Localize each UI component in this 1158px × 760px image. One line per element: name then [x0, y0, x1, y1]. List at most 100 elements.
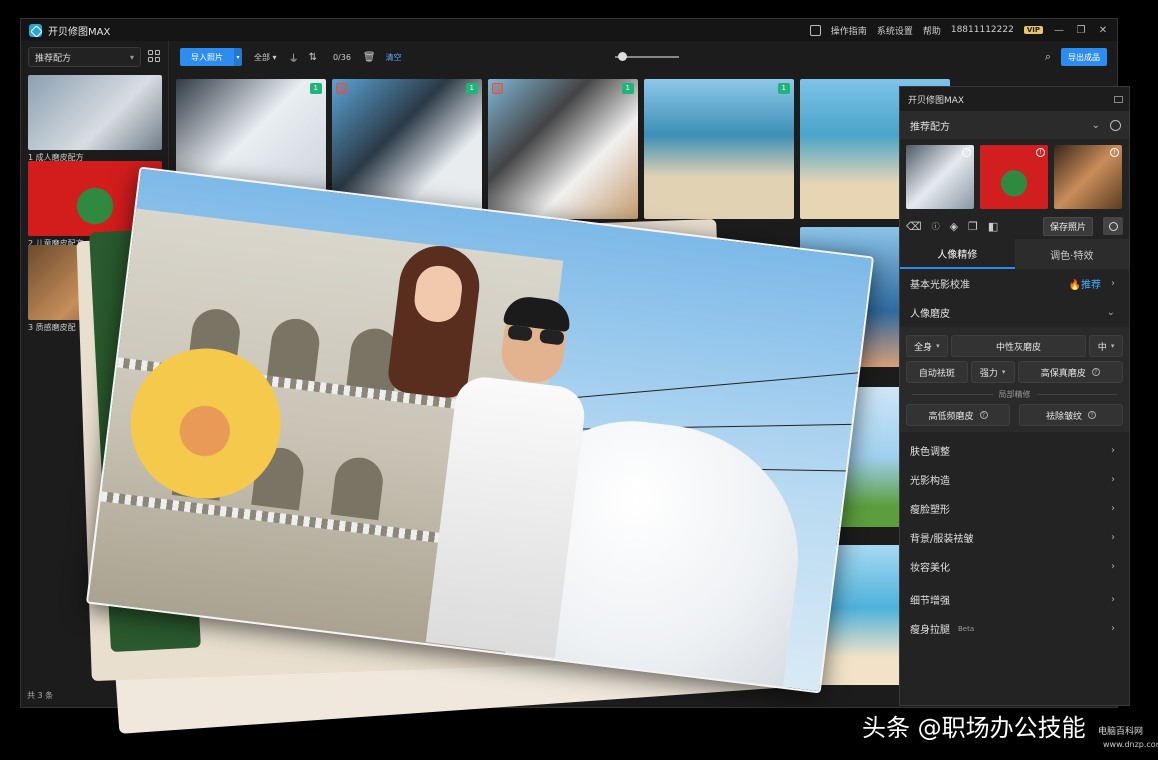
panel-title-bar: 开贝修图MAX [900, 87, 1129, 111]
preset-dropdown-value: 推荐配方 [35, 53, 72, 64]
section-light-shadow[interactable]: 光影构造 › [900, 465, 1129, 494]
help-icon: ? [979, 411, 988, 419]
filter-dropdown[interactable]: 全部 ▾ [254, 52, 277, 63]
remove-wrinkle-button[interactable]: 祛除皱纹? [1019, 404, 1123, 426]
vip-badge: VIP [1023, 26, 1043, 34]
section-face-shape[interactable]: 瘦脸塑形 › [900, 494, 1129, 523]
preset-card-adult[interactable]: 1 成人磨皮配方 [28, 75, 162, 163]
chevron-down-icon: ⌄ [1106, 307, 1115, 318]
smooth-mode-button[interactable]: 中性灰磨皮 [950, 335, 1087, 357]
preset-thumb[interactable]: ! [1054, 145, 1122, 209]
title-bar: 开贝修图MAX 操作指南 系统设置 帮助 18811112222 VIP — ❐… [21, 19, 1117, 41]
panel-tabs: 人像精修 调色·特效 [900, 239, 1129, 269]
edit-count-badge: 1 [465, 83, 478, 94]
import-dropdown-icon[interactable]: ▾ [234, 48, 242, 66]
panel-preset-value: 推荐配方 [910, 121, 950, 133]
chevron-right-icon: › [1111, 561, 1115, 572]
minimize-button[interactable]: — [1053, 25, 1065, 36]
section-body-slim[interactable]: 瘦身拉腿 Beta › [900, 614, 1129, 643]
chevron-right-icon: › [1111, 623, 1115, 634]
settings-icon[interactable] [1103, 217, 1123, 235]
sort-icon[interactable]: ⇅ [309, 52, 317, 63]
hifi-smooth-button[interactable]: 高保真磨皮? [1017, 361, 1123, 383]
help-icon[interactable]: ⓘ [932, 221, 940, 232]
auto-spot-button[interactable]: 自动祛斑 [906, 361, 968, 383]
strength-select[interactable]: 强力 ▾ [970, 361, 1015, 383]
search-icon[interactable]: ⌕ [1045, 50, 1051, 64]
eraser-icon[interactable]: ⌫ [906, 220, 922, 233]
compare-icon[interactable]: ◧ [988, 220, 998, 233]
section-skin-tone[interactable]: 肤色调整 › [900, 436, 1129, 465]
funnel-icon[interactable]: ⏚ [289, 50, 299, 65]
info-icon[interactable]: ! [1036, 148, 1045, 157]
guide-icon[interactable] [809, 24, 821, 36]
clear-link[interactable]: 清空 [386, 52, 402, 63]
menu-help[interactable]: 帮助 [923, 24, 941, 37]
recommend-badge: 🔥推荐 [1068, 280, 1101, 291]
flag-icon [492, 83, 503, 94]
import-button[interactable]: 导入照片 [180, 48, 234, 66]
close-button[interactable]: ✕ [1097, 25, 1109, 36]
level-select[interactable]: 中 ▾ [1089, 335, 1123, 357]
preset-thumbnail [28, 75, 162, 150]
panel-title: 开贝修图MAX [908, 95, 965, 106]
watermark-site: 电脑百科网 [1098, 727, 1144, 737]
panel-preset-dropdown[interactable]: 推荐配方 ⌄ [900, 111, 1129, 139]
gallery-thumb[interactable]: 1 [488, 79, 638, 219]
section-portrait-smooth[interactable]: 人像磨皮 ⌄ [900, 298, 1129, 327]
chevron-right-icon: › [1111, 474, 1115, 485]
minimize-panel-icon[interactable] [1114, 95, 1123, 103]
copy-icon[interactable]: ❐ [968, 220, 978, 233]
section-basic-light[interactable]: 基本光影校准 🔥推荐 › [900, 269, 1129, 298]
filter-value: 全部 [254, 52, 270, 62]
tab-color-effects[interactable]: 调色·特效 [1014, 239, 1129, 269]
gallery-thumb[interactable]: 1 [644, 79, 794, 219]
menu-settings[interactable]: 系统设置 [877, 24, 913, 37]
watermark-text: 头条 @职场办公技能 [862, 714, 1086, 742]
freq-separation-button[interactable]: 高低频磨皮? [906, 404, 1010, 426]
save-photo-button[interactable]: 保存照片 [1042, 216, 1093, 236]
flag-icon [336, 83, 347, 94]
smooth-controls: 全身 ▾ 中性灰磨皮 中 ▾ 自动祛斑 强力 ▾ 高保真磨皮? 局部精修 高低频磨皮?… [900, 327, 1129, 432]
zoom-slider-knob[interactable] [618, 52, 627, 61]
chevron-down-icon: ⌄ [1091, 119, 1100, 131]
section-bg-wrinkle[interactable]: 背景/服装祛皱 › [900, 523, 1129, 552]
section-label: 人像磨皮 [910, 309, 950, 320]
app-title: 开贝修图MAX [48, 26, 111, 38]
watermark-url: www.dnzp.com [1103, 740, 1158, 749]
grid-view-icon[interactable] [148, 50, 160, 62]
edit-count-badge: 1 [309, 83, 322, 94]
local-retouch-divider: 局部精修 [906, 389, 1123, 400]
beta-badge: Beta [958, 624, 975, 633]
trash-icon[interactable]: 🗑 [363, 52, 376, 63]
chevron-right-icon: › [1111, 278, 1115, 289]
photo-count: 0/36 [332, 52, 351, 62]
app-logo-icon [29, 23, 42, 37]
info-icon[interactable]: ! [1110, 148, 1119, 157]
tab-portrait[interactable]: 人像精修 [900, 239, 1015, 269]
chevron-right-icon: › [1111, 445, 1115, 456]
preset-thumb[interactable]: ! [980, 145, 1048, 209]
section-makeup[interactable]: 妆容美化 › [900, 552, 1129, 581]
menu-guide[interactable]: 操作指南 [831, 24, 867, 37]
section-detail[interactable]: 细节增强 › [900, 585, 1129, 614]
gear-icon[interactable] [1110, 119, 1121, 131]
chevron-right-icon: › [1111, 503, 1115, 514]
account-phone[interactable]: 18811112222 [951, 25, 1014, 35]
panel-toolbar: ⌫ ⓘ ◈ ❐ ◧ 保存照片 [900, 213, 1129, 239]
toolbar: 导入照片 ▾ 全部 ▾ ⏚ ⇅ 0/36 🗑 清空 ⌕ 导出成品 [170, 41, 1117, 73]
retouch-panel: 开贝修图MAX 推荐配方 ⌄ ! ! ! ⌫ ⓘ ◈ ❐ ◧ 保存照片 人像精修… [899, 86, 1130, 706]
info-icon[interactable]: ! [962, 148, 971, 157]
export-button[interactable]: 导出成品 [1061, 48, 1107, 66]
edit-count-badge: 1 [621, 83, 634, 94]
preset-dropdown[interactable]: 推荐配方 ▾ [28, 47, 141, 67]
preset-thumbnails: ! ! ! [900, 139, 1129, 213]
preset-thumb[interactable]: ! [906, 145, 974, 209]
title-bar-right: 操作指南 系统设置 帮助 18811112222 VIP — ❐ ✕ [809, 24, 1109, 37]
layers-icon[interactable]: ◈ [950, 220, 958, 233]
maximize-button[interactable]: ❐ [1075, 25, 1087, 36]
scope-select[interactable]: 全身 ▾ [906, 335, 948, 357]
chevron-right-icon: › [1111, 594, 1115, 605]
edit-count-badge: 1 [777, 83, 790, 94]
featured-wedding-photo [85, 166, 875, 694]
